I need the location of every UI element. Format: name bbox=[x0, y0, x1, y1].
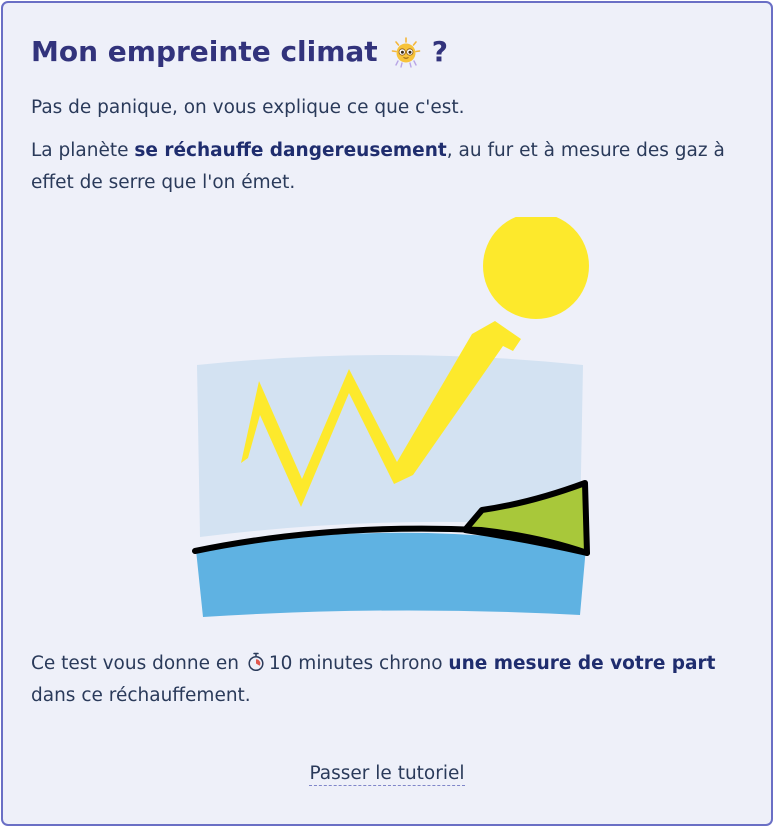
page-title: Mon empreinte climat ? bbox=[31, 32, 448, 72]
skip-tutorial-container: Passer le tutoriel bbox=[3, 759, 771, 789]
test-text-before: Ce test vous donne en bbox=[31, 653, 245, 674]
skip-tutorial-link[interactable]: Passer le tutoriel bbox=[309, 763, 465, 786]
warming-text-before: La planète bbox=[31, 140, 135, 161]
test-paragraph: Ce test vous donne en 10 minutes chrono … bbox=[31, 648, 747, 712]
stopwatch-icon bbox=[248, 652, 264, 672]
greenhouse-effect-illustration bbox=[192, 217, 590, 617]
tutorial-card: Mon empreinte climat ? Pas de panique, o… bbox=[1, 1, 773, 826]
hot-sun-face-icon bbox=[391, 37, 421, 68]
test-emphasis: une mesure de votre part bbox=[448, 653, 716, 674]
warming-paragraph: La planète se réchauffe dangereusement, … bbox=[31, 135, 755, 199]
intro-text: Pas de panique, on vous explique ce que … bbox=[31, 97, 465, 118]
title-question-mark: ? bbox=[431, 35, 448, 68]
warming-emphasis: se réchauffe dangereusement bbox=[134, 140, 447, 161]
test-text-after: dans ce réchauffement. bbox=[31, 685, 251, 706]
sea bbox=[196, 532, 586, 617]
sun bbox=[483, 217, 589, 319]
test-duration: 10 minutes chrono bbox=[268, 653, 449, 674]
title-text: Mon empreinte climat bbox=[31, 35, 378, 68]
